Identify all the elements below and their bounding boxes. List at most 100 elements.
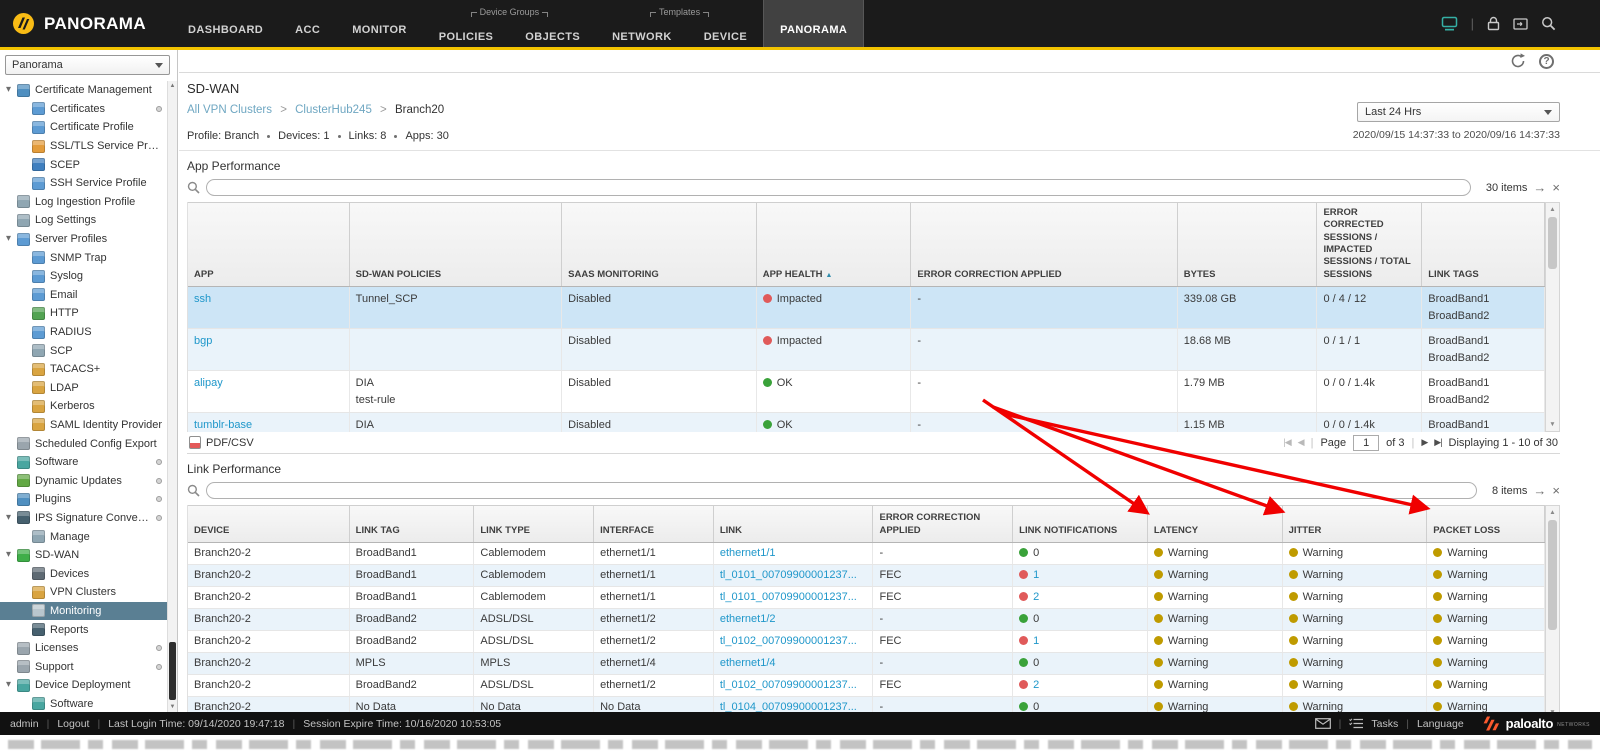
sidebar-item-certificate-management[interactable]: ▾Certificate Management bbox=[0, 81, 167, 100]
sidebar-item-vpn-clusters[interactable]: VPN Clusters bbox=[0, 583, 167, 602]
app-column-error-correction-applied[interactable]: ERROR CORRECTION APPLIED bbox=[911, 203, 1177, 286]
app-link[interactable]: tumblr-base bbox=[194, 419, 252, 431]
link-link[interactable]: ethernet1/1 bbox=[720, 547, 776, 559]
sidebar-item-kerberos[interactable]: Kerberos bbox=[0, 397, 167, 416]
collapse-arrow-icon[interactable]: ▾ bbox=[6, 680, 17, 690]
breadcrumb-clusterhub[interactable]: ClusterHub245 bbox=[295, 104, 372, 116]
next-page-button[interactable]: ▶ bbox=[1421, 437, 1427, 448]
sidebar-item-dynamic-updates[interactable]: Dynamic Updates bbox=[0, 471, 167, 490]
collapse-arrow-icon[interactable]: ▾ bbox=[6, 513, 17, 523]
link-row-6[interactable]: Branch20-2MPLSMPLSethernet1/4ethernet1/4… bbox=[188, 653, 1545, 675]
link-cell[interactable]: tl_0101_00709900001237... bbox=[714, 587, 874, 608]
app-name-cell[interactable]: alipay bbox=[188, 371, 350, 412]
sidebar-item-monitoring[interactable]: Monitoring bbox=[0, 602, 167, 621]
app-column-sd-wan-policies[interactable]: SD-WAN POLICIES bbox=[350, 203, 563, 286]
link-cell[interactable]: tl_0102_00709900001237... bbox=[714, 631, 874, 652]
notification-count[interactable]: 1 bbox=[1033, 635, 1039, 647]
sidebar-item-ips-signature-converter[interactable]: ▾IPS Signature Converter bbox=[0, 509, 167, 528]
sidebar-item-http[interactable]: HTTP bbox=[0, 304, 167, 323]
first-page-button[interactable]: |◀ bbox=[1283, 437, 1290, 448]
sidebar-item-scheduled-config-export[interactable]: Scheduled Config Export bbox=[0, 434, 167, 453]
app-performance-search-input[interactable] bbox=[206, 179, 1471, 196]
sidebar-item-server-profiles[interactable]: ▾Server Profiles bbox=[0, 230, 167, 249]
link-notifications-cell[interactable]: 0 bbox=[1013, 653, 1148, 674]
link-row-7[interactable]: Branch20-2BroadBand2ADSL/DSLethernet1/2t… bbox=[188, 675, 1545, 697]
nav-objects[interactable]: OBJECTS bbox=[509, 21, 596, 43]
nav-monitor[interactable]: MONITOR bbox=[336, 0, 423, 47]
link-link[interactable]: ethernet1/2 bbox=[720, 613, 776, 625]
link-notifications-cell[interactable]: 0 bbox=[1013, 543, 1148, 564]
collapse-arrow-icon[interactable]: ▾ bbox=[6, 234, 17, 244]
sidebar-item-sd-wan[interactable]: ▾SD-WAN bbox=[0, 546, 167, 565]
link-notifications-cell[interactable]: 2 bbox=[1013, 587, 1148, 608]
scrollbar-thumb[interactable] bbox=[1548, 520, 1557, 630]
app-name-cell[interactable]: tumblr-base bbox=[188, 413, 350, 432]
clear-filter-icon[interactable]: × bbox=[1552, 484, 1560, 497]
link-row-4[interactable]: Branch20-2BroadBand2ADSL/DSLethernet1/2e… bbox=[188, 609, 1545, 631]
notification-count[interactable]: 1 bbox=[1033, 569, 1039, 581]
app-column-link-tags[interactable]: LINK TAGS bbox=[1422, 203, 1545, 286]
sidebar-item-tacacs[interactable]: TACACS+ bbox=[0, 360, 167, 379]
sidebar-item-device-deployment[interactable]: ▾Device Deployment bbox=[0, 676, 167, 695]
language-link[interactable]: Language bbox=[1417, 718, 1464, 730]
lock-icon[interactable] bbox=[1487, 16, 1500, 31]
scrollbar-thumb[interactable] bbox=[1548, 217, 1557, 269]
app-pdf-csv-button[interactable]: PDF/CSV bbox=[189, 436, 254, 449]
last-page-button[interactable]: ▶| bbox=[1434, 437, 1441, 448]
page-number-input[interactable] bbox=[1353, 435, 1379, 451]
link-column-device[interactable]: DEVICE bbox=[188, 506, 350, 542]
link-column-link[interactable]: LINK bbox=[714, 506, 874, 542]
sidebar-item-ldap[interactable]: LDAP bbox=[0, 379, 167, 398]
link-row-2[interactable]: Branch20-2BroadBand1Cablemodemethernet1/… bbox=[188, 565, 1545, 587]
sidebar-item-saml-identity-provider[interactable]: SAML Identity Provider bbox=[0, 416, 167, 435]
sidebar-item-ssh-service-profile[interactable]: SSH Service Profile bbox=[0, 174, 167, 193]
link-row-8[interactable]: Branch20-2No DataNo DataNo Datatl_0104_0… bbox=[188, 697, 1545, 712]
app-table-scrollbar[interactable]: ▲ ▼ bbox=[1545, 202, 1560, 432]
app-row-tumblr-base[interactable]: tumblr-baseDIADisabledOK-1.15 MB0 / 0 / … bbox=[188, 413, 1545, 432]
sidebar-item-manage[interactable]: Manage bbox=[0, 527, 167, 546]
notification-count[interactable]: 2 bbox=[1033, 591, 1039, 603]
messages-envelope-icon[interactable] bbox=[1315, 718, 1331, 729]
link-column-jitter[interactable]: JITTER bbox=[1283, 506, 1428, 542]
apply-filter-icon[interactable]: → bbox=[1533, 181, 1546, 194]
link-column-error-correction-applied[interactable]: ERROR CORRECTION APPLIED bbox=[873, 506, 1013, 542]
link-performance-search-input[interactable] bbox=[206, 482, 1477, 499]
link-table-scrollbar[interactable]: ▲ ▼ bbox=[1545, 505, 1560, 712]
prev-page-button[interactable]: ◀ bbox=[1298, 437, 1304, 448]
link-link[interactable]: tl_0102_00709900001237... bbox=[720, 679, 857, 691]
nav-panorama[interactable]: PANORAMA bbox=[763, 0, 864, 47]
link-link[interactable]: tl_0102_00709900001237... bbox=[720, 635, 857, 647]
sidebar-item-scp[interactable]: SCP bbox=[0, 341, 167, 360]
app-link[interactable]: alipay bbox=[194, 377, 223, 389]
app-row-ssh[interactable]: sshTunnel_SCPDisabledImpacted-339.08 GB0… bbox=[188, 287, 1545, 329]
app-column-saas-monitoring[interactable]: SAAS MONITORING bbox=[562, 203, 757, 286]
app-link[interactable]: bgp bbox=[194, 335, 212, 347]
link-notifications-cell[interactable]: 2 bbox=[1013, 675, 1148, 696]
nav-device[interactable]: DEVICE bbox=[688, 21, 763, 43]
link-column-interface[interactable]: INTERFACE bbox=[594, 506, 714, 542]
link-column-link-notifications[interactable]: LINK NOTIFICATIONS bbox=[1013, 506, 1148, 542]
link-notifications-cell[interactable]: 1 bbox=[1013, 631, 1148, 652]
sidebar-item-syslog[interactable]: Syslog bbox=[0, 267, 167, 286]
app-column-app-health[interactable]: APP HEALTH▲ bbox=[757, 203, 912, 286]
nav-network[interactable]: NETWORK bbox=[596, 21, 688, 43]
sidebar-item-log-settings[interactable]: Log Settings bbox=[0, 211, 167, 230]
app-row-bgp[interactable]: bgpDisabledImpacted-18.68 MB0 / 1 / 1Bro… bbox=[188, 329, 1545, 371]
link-column-latency[interactable]: LATENCY bbox=[1148, 506, 1283, 542]
collapse-arrow-icon[interactable]: ▾ bbox=[6, 85, 17, 95]
tasks-icon[interactable] bbox=[1349, 718, 1363, 729]
link-column-packet-loss[interactable]: PACKET LOSS bbox=[1427, 506, 1545, 542]
link-column-link-tag[interactable]: LINK TAG bbox=[350, 506, 475, 542]
link-row-1[interactable]: Branch20-2BroadBand1Cablemodemethernet1/… bbox=[188, 543, 1545, 565]
link-cell[interactable]: tl_0102_00709900001237... bbox=[714, 675, 874, 696]
link-link[interactable]: ethernet1/4 bbox=[720, 657, 776, 669]
sidebar-item-ssl-tls-service-profile[interactable]: SSL/TLS Service Profile bbox=[0, 137, 167, 156]
link-cell[interactable]: ethernet1/1 bbox=[714, 543, 874, 564]
link-link[interactable]: tl_0101_00709900001237... bbox=[720, 591, 857, 603]
scroll-up-icon[interactable]: ▲ bbox=[1546, 509, 1559, 516]
app-name-cell[interactable]: ssh bbox=[188, 287, 350, 328]
sidebar-item-plugins[interactable]: Plugins bbox=[0, 490, 167, 509]
tasks-link[interactable]: Tasks bbox=[1371, 718, 1398, 730]
time-range-select[interactable]: Last 24 Hrs bbox=[1357, 102, 1560, 122]
app-column-bytes[interactable]: BYTES bbox=[1178, 203, 1318, 286]
